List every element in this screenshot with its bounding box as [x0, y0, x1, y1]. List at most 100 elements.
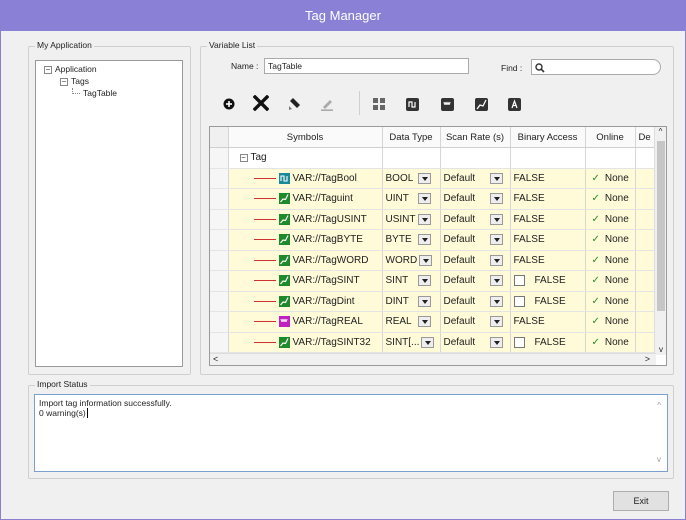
symbol-cell[interactable]: VAR://TagSINT32 — [228, 332, 383, 353]
row-header[interactable] — [210, 291, 229, 312]
scan-rate-cell[interactable]: Default — [440, 250, 511, 271]
scan-rate-cell[interactable]: Default — [440, 270, 511, 292]
row-header[interactable] — [210, 270, 229, 292]
symbol-cell[interactable]: VAR://Taguint — [228, 188, 383, 210]
row-header[interactable] — [210, 332, 229, 353]
column-header-online[interactable]: Online — [585, 127, 636, 148]
symbol-cell[interactable]: VAR://TagSINT — [228, 270, 383, 292]
column-header-symbols[interactable]: Symbols — [228, 127, 383, 148]
collapse-icon[interactable]: − — [60, 77, 68, 86]
delete-button[interactable] — [253, 95, 269, 111]
table-row[interactable]: VAR://TagREAL REAL Default FALSE ✓ None — [210, 311, 666, 333]
tree-item-tagtable[interactable]: TagTable — [72, 88, 117, 98]
scan-rate-cell[interactable]: Default — [440, 188, 511, 210]
symbol-cell[interactable]: VAR://TagREAL — [228, 311, 383, 333]
bool-type-button[interactable] — [371, 96, 387, 112]
table-row[interactable]: VAR://TagBool BOOL Default FALSE ✓ None — [210, 168, 666, 189]
scan-rate-cell[interactable]: Default — [440, 168, 511, 189]
dropdown-arrow-icon[interactable] — [419, 254, 433, 266]
grid-vertical-scrollbar[interactable]: ^ v — [654, 127, 666, 355]
scan-rate-cell[interactable]: Default — [440, 229, 511, 251]
online-cell[interactable]: ✓ None — [585, 168, 636, 189]
table-row[interactable]: VAR://TagSINT SINT Default FALSE ✓ None — [210, 270, 666, 292]
table-row[interactable]: VAR://TagDint DINT Default FALSE ✓ None — [210, 291, 666, 312]
row-header[interactable] — [210, 188, 229, 210]
data-type-cell[interactable]: USINT — [382, 209, 441, 230]
online-cell[interactable]: ✓ None — [585, 332, 636, 353]
data-type-cell[interactable]: BYTE — [382, 229, 441, 251]
binary-access-cell[interactable]: FALSE — [510, 270, 586, 292]
variable-grid[interactable]: Symbols Data Type Scan Rate (s) Binary A… — [209, 126, 667, 366]
scan-rate-cell[interactable]: Default — [440, 332, 511, 353]
dropdown-arrow-icon[interactable] — [417, 316, 431, 328]
binary-access-cell[interactable]: FALSE — [510, 168, 586, 189]
column-header-binary-access[interactable]: Binary Access — [510, 127, 586, 148]
table-row[interactable]: VAR://TagBYTE BYTE Default FALSE ✓ None — [210, 229, 666, 251]
dropdown-arrow-icon[interactable] — [489, 336, 503, 348]
dropdown-arrow-icon[interactable] — [489, 295, 503, 307]
status-scroll-up-icon[interactable]: ^ — [657, 401, 661, 411]
application-tree[interactable]: − Application − Tags TagTable — [35, 60, 183, 367]
dropdown-arrow-icon[interactable] — [489, 316, 503, 328]
row-header[interactable] — [210, 311, 229, 333]
row-header[interactable] — [210, 229, 229, 251]
row-header[interactable] — [210, 250, 229, 271]
import-status-log[interactable]: Import tag information successfully. 0 w… — [34, 394, 668, 472]
table-row[interactable]: VAR://TagWORD WORD Default FALSE ✓ None — [210, 250, 666, 271]
int-type-button[interactable] — [473, 96, 489, 112]
dropdown-arrow-icon[interactable] — [489, 234, 503, 246]
find-input[interactable] — [531, 59, 661, 75]
scroll-thumb[interactable] — [657, 141, 665, 311]
binary-access-checkbox[interactable] — [513, 295, 525, 307]
add-button[interactable] — [221, 96, 237, 112]
real-type-button[interactable] — [439, 96, 455, 112]
binary-access-cell[interactable]: FALSE — [510, 332, 586, 353]
table-row[interactable]: VAR://Taguint UINT Default FALSE ✓ None — [210, 188, 666, 210]
data-type-cell[interactable]: REAL — [382, 311, 441, 333]
exit-button[interactable]: Exit — [613, 491, 669, 511]
symbol-cell[interactable]: VAR://TagWORD — [228, 250, 383, 271]
binary-access-cell[interactable]: FALSE — [510, 188, 586, 210]
scroll-right-icon[interactable]: > — [645, 354, 650, 365]
symbol-cell[interactable]: VAR://TagBYTE — [228, 229, 383, 251]
collapse-icon[interactable]: − — [239, 153, 248, 162]
dropdown-arrow-icon[interactable] — [417, 172, 431, 184]
dropdown-arrow-icon[interactable] — [417, 213, 431, 225]
dropdown-arrow-icon[interactable] — [489, 275, 503, 287]
collapse-icon[interactable]: − — [44, 65, 52, 74]
row-header[interactable] — [210, 209, 229, 230]
data-type-cell[interactable]: WORD — [382, 250, 441, 271]
column-header-data-type[interactable]: Data Type — [382, 127, 441, 148]
binary-access-cell[interactable]: FALSE — [510, 229, 586, 251]
scan-rate-cell[interactable]: Default — [440, 291, 511, 312]
status-scroll-down-icon[interactable]: v — [657, 455, 661, 465]
symbol-cell[interactable]: VAR://TagDint — [228, 291, 383, 312]
online-cell[interactable]: ✓ None — [585, 209, 636, 230]
symbol-cell[interactable]: VAR://TagUSINT — [228, 209, 383, 230]
binary-access-cell[interactable]: FALSE — [510, 291, 586, 312]
symbol-cell[interactable]: VAR://TagBool — [228, 168, 383, 189]
online-cell[interactable]: ✓ None — [585, 250, 636, 271]
name-input[interactable]: TagTable — [264, 58, 469, 74]
scroll-down-icon[interactable]: v — [655, 345, 666, 355]
data-type-cell[interactable]: UINT — [382, 188, 441, 210]
group-cell[interactable]: − Tag — [228, 147, 383, 169]
grid-horizontal-scrollbar[interactable]: < > — [210, 353, 656, 365]
online-cell[interactable]: ✓ None — [585, 270, 636, 292]
string-type-button[interactable] — [506, 96, 522, 112]
binary-access-cell[interactable]: FALSE — [510, 311, 586, 333]
rename-button[interactable] — [287, 96, 303, 112]
dropdown-arrow-icon[interactable] — [417, 295, 431, 307]
dropdown-arrow-icon[interactable] — [417, 234, 431, 246]
data-type-cell[interactable]: SINT — [382, 270, 441, 292]
table-row[interactable]: VAR://TagSINT32 SINT[... Default FALSE ✓ None — [210, 332, 666, 353]
scan-rate-cell[interactable]: Default — [440, 311, 511, 333]
binary-access-cell[interactable]: FALSE — [510, 250, 586, 271]
row-header[interactable] — [210, 168, 229, 189]
scroll-up-icon[interactable]: ^ — [655, 127, 666, 137]
dropdown-arrow-icon[interactable] — [417, 193, 431, 205]
table-row[interactable]: VAR://TagUSINT USINT Default FALSE ✓ None — [210, 209, 666, 230]
data-type-cell[interactable]: SINT[... — [382, 332, 441, 353]
online-cell[interactable]: ✓ None — [585, 291, 636, 312]
dropdown-arrow-icon[interactable] — [489, 172, 503, 184]
